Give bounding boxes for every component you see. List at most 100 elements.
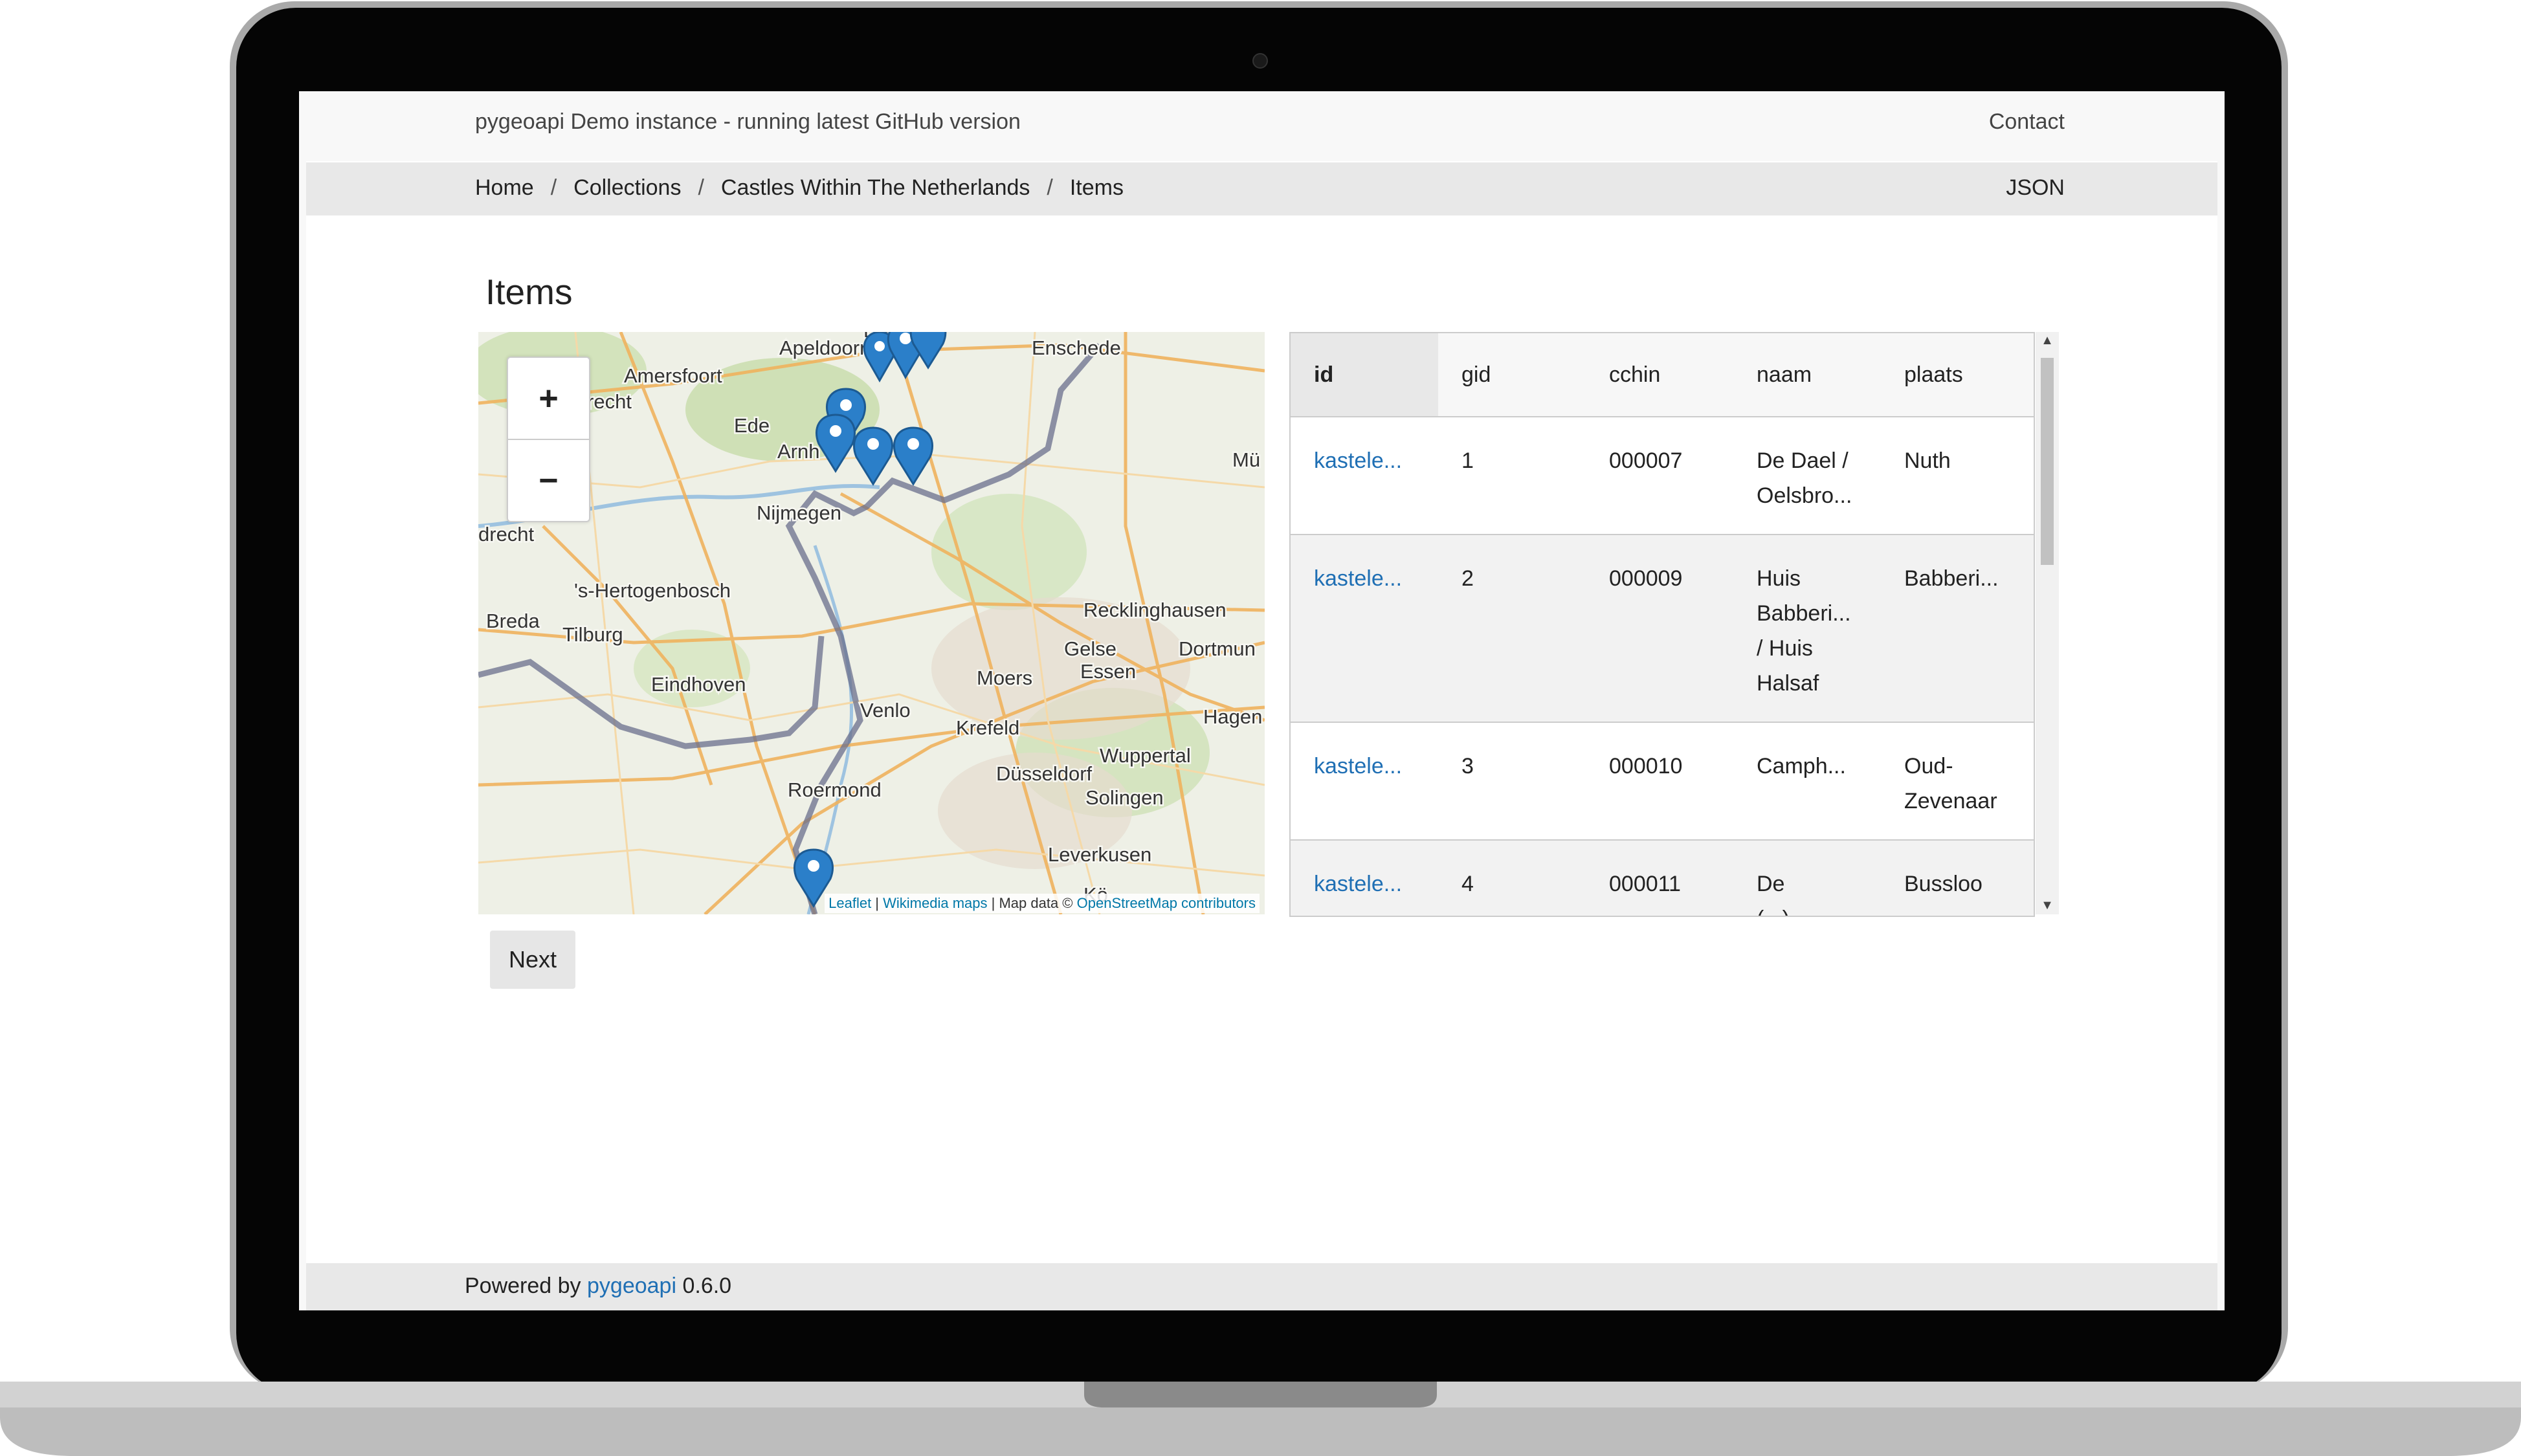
map-label: Tilburg bbox=[562, 623, 623, 646]
zoom-out-button[interactable]: − bbox=[508, 440, 589, 521]
scroll-up-icon[interactable]: ▲ bbox=[2036, 333, 2059, 348]
table-scrollbar[interactable]: ▲ ▼ bbox=[2036, 332, 2059, 914]
map-tiles[interactable]: Apeldoorn Enschede Amersfoort recht Ede … bbox=[478, 332, 1265, 914]
column-header-gid[interactable]: gid bbox=[1438, 333, 1586, 417]
breadcrumb-home[interactable]: Home bbox=[475, 175, 534, 201]
map-label: 's-Hertogenbosch bbox=[574, 579, 731, 602]
breadcrumb-separator: / bbox=[698, 175, 704, 200]
scroll-down-icon[interactable]: ▼ bbox=[2036, 898, 2059, 913]
map-label: Eindhoven bbox=[651, 673, 746, 696]
table-row: kastele... 1 000007 De Dael / Oelsbro... … bbox=[1291, 417, 2034, 535]
breadcrumb: Home / Collections / Castles Within The … bbox=[306, 162, 2217, 215]
map-forest bbox=[931, 494, 1087, 610]
map-label: Roermond bbox=[788, 778, 882, 801]
cell-line: Bussloo bbox=[1904, 872, 1982, 896]
item-id-link[interactable]: kastele... bbox=[1291, 722, 1438, 841]
cell-line: / Huis bbox=[1757, 636, 1813, 661]
cell-line: Huis bbox=[1757, 566, 1801, 591]
column-header-id[interactable]: id bbox=[1291, 333, 1438, 417]
cell-plaats: Nuth bbox=[1881, 417, 2034, 535]
column-header-plaats[interactable]: plaats bbox=[1881, 333, 2034, 417]
table-header-row: id gid cchin naam plaats bbox=[1291, 333, 2034, 417]
json-link[interactable]: JSON bbox=[2006, 175, 2065, 201]
items-table-container[interactable]: id gid cchin naam plaats kastele... 1 00… bbox=[1289, 332, 2035, 917]
cell-line: De bbox=[1757, 872, 1785, 896]
cell-naam: De Dael / Oelsbro... bbox=[1733, 417, 1881, 535]
cell-cchin: 000009 bbox=[1586, 535, 1733, 723]
table-row: kastele... 3 000010 Camph... Oud- Zevenaa… bbox=[1291, 722, 2034, 841]
map-label: Venlo bbox=[860, 699, 911, 722]
site-brand[interactable]: pygeoapi Demo instance - running latest … bbox=[475, 109, 1021, 135]
cell-plaats: Oud- Zevenaar bbox=[1881, 722, 2034, 841]
item-id-link[interactable]: kastele... bbox=[1291, 417, 1438, 535]
cell-line: Nuth bbox=[1904, 448, 1951, 473]
map-label: Amersfoort bbox=[624, 364, 722, 387]
map-attribution: Leaflet | Wikimedia maps | Map data © Op… bbox=[825, 894, 1260, 913]
laptop-frame: pygeoapi Demo instance - running latest … bbox=[0, 0, 2521, 1456]
cell-line: Oelsbro... bbox=[1757, 483, 1852, 508]
map-label: Essen bbox=[1080, 660, 1136, 683]
item-id-link[interactable]: kastele... bbox=[1291, 535, 1438, 723]
breadcrumb-collections[interactable]: Collections bbox=[573, 175, 681, 201]
map-label: Moers bbox=[977, 667, 1032, 689]
laptop-notch bbox=[1084, 1382, 1437, 1407]
cell-line: Oud- bbox=[1904, 754, 1953, 778]
cell-line: (...) bbox=[1757, 901, 1858, 916]
attribution-separator: | bbox=[871, 895, 883, 911]
breadcrumb-separator: / bbox=[1047, 175, 1053, 200]
cell-gid: 1 bbox=[1438, 417, 1586, 535]
cell-cchin: 000011 bbox=[1586, 840, 1733, 916]
cell-cchin: 000010 bbox=[1586, 722, 1733, 841]
cell-gid: 3 bbox=[1438, 722, 1586, 841]
zoom-in-button[interactable]: + bbox=[508, 358, 589, 440]
map-label: Arnh bbox=[777, 440, 819, 463]
cell-naam: Camph... bbox=[1733, 722, 1881, 841]
map-label: Recklinghausen bbox=[1083, 599, 1227, 621]
map-label: Wuppertal bbox=[1100, 744, 1191, 767]
column-header-cchin[interactable]: cchin bbox=[1586, 333, 1733, 417]
map-label: drecht bbox=[478, 523, 535, 546]
camera-icon bbox=[1252, 53, 1268, 69]
cell-naam: Huis Babberi... / Huis Halsaf bbox=[1733, 535, 1881, 723]
map-label: Solingen bbox=[1085, 786, 1164, 809]
zoom-control: + − bbox=[507, 357, 590, 522]
map-label: Dortmun bbox=[1179, 637, 1256, 660]
next-page-button[interactable]: Next bbox=[490, 931, 575, 989]
map-label: Gelse bbox=[1064, 637, 1116, 660]
scrollbar-thumb[interactable] bbox=[2041, 358, 2054, 565]
map-label: Apeldoorn bbox=[779, 336, 871, 359]
cell-cchin: 000007 bbox=[1586, 417, 1733, 535]
leaflet-link[interactable]: Leaflet bbox=[828, 895, 871, 911]
map-label: Hagen bbox=[1203, 705, 1262, 728]
map-label: recht bbox=[587, 390, 632, 413]
footer-text: Powered by pygeoapi 0.6.0 bbox=[465, 1274, 731, 1299]
footer-prefix: Powered by bbox=[465, 1274, 587, 1298]
attribution-mapdata: | Map data © bbox=[987, 895, 1077, 911]
map-label: Mü bbox=[1232, 448, 1260, 471]
map-label: Ede bbox=[734, 414, 770, 437]
breadcrumb-separator: / bbox=[550, 175, 557, 200]
cell-line: Babberi... bbox=[1904, 566, 1999, 591]
footer: Powered by pygeoapi 0.6.0 bbox=[306, 1263, 2217, 1310]
footer-version: 0.6.0 bbox=[676, 1274, 732, 1298]
cell-line: Zevenaar bbox=[1904, 789, 1997, 813]
column-header-naam[interactable]: naam bbox=[1733, 333, 1881, 417]
wikimedia-link[interactable]: Wikimedia maps bbox=[883, 895, 987, 911]
navbar: pygeoapi Demo instance - running latest … bbox=[306, 91, 2217, 161]
table-row: kastele... 2 000009 Huis Babberi... / Huis… bbox=[1291, 535, 2034, 723]
map-label: Leverkusen bbox=[1048, 843, 1151, 866]
pygeoapi-link[interactable]: pygeoapi bbox=[587, 1274, 676, 1298]
map-label: Enschede bbox=[1032, 336, 1121, 359]
cell-plaats: Bussloo bbox=[1881, 840, 2034, 916]
breadcrumb-items[interactable]: Items bbox=[1070, 175, 1124, 201]
items-map[interactable]: Apeldoorn Enschede Amersfoort recht Ede … bbox=[478, 332, 1265, 914]
cell-line: Halsaf bbox=[1757, 671, 1819, 696]
map-label: Düsseldorf bbox=[996, 762, 1093, 785]
cell-gid: 4 bbox=[1438, 840, 1586, 916]
item-id-link[interactable]: kastele... bbox=[1291, 840, 1438, 916]
contact-link[interactable]: Contact bbox=[1989, 109, 2065, 135]
osm-link[interactable]: OpenStreetMap contributors bbox=[1077, 895, 1256, 911]
breadcrumb-collection[interactable]: Castles Within The Netherlands bbox=[721, 175, 1030, 201]
map-label: Nijmegen bbox=[757, 502, 841, 524]
cell-line: Babberi... bbox=[1757, 601, 1851, 626]
